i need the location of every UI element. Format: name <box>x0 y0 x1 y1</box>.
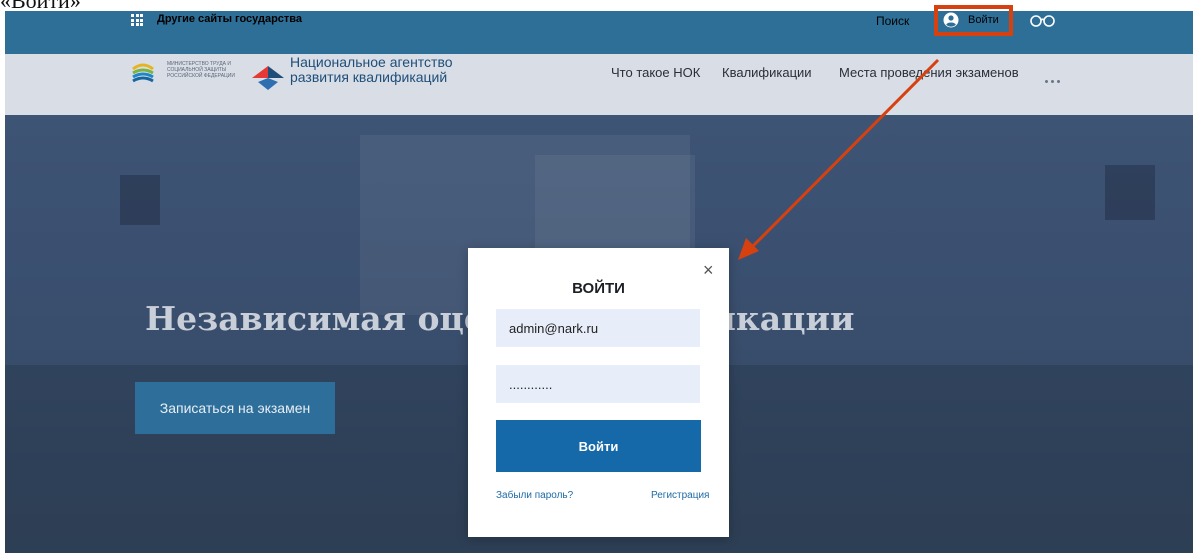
gov-sites-link[interactable]: Другие сайты государства <box>157 13 302 25</box>
login-submit-button[interactable]: Войти <box>496 420 701 472</box>
agency-logo[interactable] <box>250 58 286 92</box>
close-icon[interactable]: × <box>703 261 714 279</box>
forgot-password-link[interactable]: Забыли пароль? <box>496 490 573 501</box>
ministry-logo[interactable] <box>131 59 155 87</box>
email-field[interactable] <box>496 309 700 347</box>
search-link[interactable]: Поиск <box>876 14 909 28</box>
nav-item-qualifications[interactable]: Квалификации <box>722 65 812 80</box>
hero-bg-speaker-right <box>1105 165 1155 220</box>
password-field[interactable] <box>496 365 700 403</box>
hero-bg-speaker-left <box>120 175 160 225</box>
modal-title: ВОЙТИ <box>572 280 625 297</box>
glasses-icon[interactable] <box>1030 14 1056 28</box>
grid-icon[interactable] <box>131 14 143 26</box>
nav-item-nok[interactable]: Что такое НОК <box>611 65 700 80</box>
exam-signup-button[interactable]: Записаться на экзамен <box>135 382 335 434</box>
more-icon[interactable] <box>1045 70 1065 83</box>
register-link[interactable]: Регистрация <box>651 490 709 501</box>
user-icon[interactable] <box>943 12 959 28</box>
login-link[interactable]: Войти <box>968 14 999 26</box>
ministry-logo-text: министерство труда и социальной защиты р… <box>167 61 235 79</box>
agency-name: Национальное агентство развития квалифик… <box>290 54 453 85</box>
nav-item-exam-places[interactable]: Места проведения экзаменов <box>839 65 1019 80</box>
